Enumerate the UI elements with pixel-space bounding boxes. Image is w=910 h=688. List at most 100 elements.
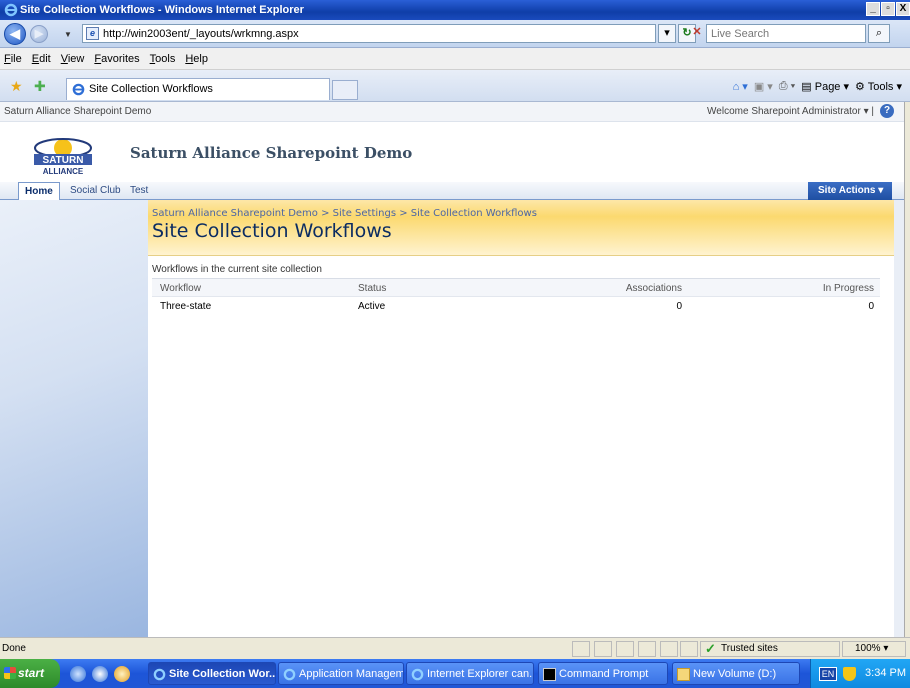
top-nav: Home Social Club Test Site Actions ▾ [0, 182, 904, 200]
address-bar: ◀ ▶ ▼ e http://win2003ent/_layouts/wrkmn… [0, 20, 910, 48]
title-bar[interactable]: Site Collection Workflows - Windows Inte… [0, 0, 910, 20]
page-description: Workflows in the current site collection [152, 264, 322, 275]
taskbar-button-label: New Volume (D:) [693, 668, 777, 680]
site-actions-menu[interactable]: Site Actions ▾ [808, 182, 892, 200]
page-menu[interactable]: ▤ Page ▾ [801, 80, 849, 93]
right-gutter [894, 200, 904, 637]
home-icon[interactable]: ⌂ ▾ [733, 80, 748, 93]
close-button[interactable]: X [896, 2, 910, 16]
logo-text: SATURN [43, 155, 84, 166]
global-links: Saturn Alliance Sharepoint Demo Welcome … [0, 102, 904, 122]
command-bar: ⌂ ▾ ▣ ▾ ⎙ ▾ ▤ Page ▾ ⚙ Tools ▾ [733, 80, 902, 93]
col-workflow-header: Workflow [160, 283, 201, 294]
logo-subtext: ALLIANCE [43, 167, 84, 176]
taskbar-button-label: Command Prompt [559, 668, 649, 680]
url-text: http://win2003ent/_layouts/wrkmng.aspx [103, 28, 299, 40]
browser-window: Site Collection Workflows - Windows Inte… [0, 0, 910, 688]
workflows-table: Workflow Status Associations In Progress… [152, 278, 880, 315]
status-panel [616, 641, 634, 657]
left-navigation [0, 200, 148, 637]
start-button[interactable]: start [0, 659, 60, 688]
tab-row: ★ ✚ Site Collection Workflows ⌂ ▾ ▣ ▾ ⎙ … [0, 70, 910, 102]
recent-pages-dropdown-icon[interactable]: ▼ [64, 30, 72, 39]
welcome-menu[interactable]: Welcome Sharepoint Administrator ▾ | [707, 106, 874, 117]
maximize-button[interactable]: ▫ [881, 2, 895, 16]
minimize-button[interactable]: _ [866, 2, 880, 16]
tools-menu[interactable]: ⚙ Tools ▾ [855, 80, 902, 93]
taskbar: start Site Collection Wor... Application… [0, 659, 910, 688]
workflow-in-progress: 0 [868, 301, 874, 312]
menu-tools[interactable]: Tools [150, 53, 176, 65]
col-in-progress-header: In Progress [822, 283, 874, 294]
status-text: Done [2, 643, 26, 654]
taskbar-button-command-prompt[interactable]: Command Prompt [538, 662, 668, 685]
menu-help[interactable]: Help [185, 53, 208, 65]
site-link[interactable]: Saturn Alliance Sharepoint Demo [4, 106, 151, 117]
quicklaunch-desktop-icon[interactable] [70, 666, 86, 682]
browser-tab-label: Site Collection Workflows [89, 83, 213, 95]
search-input[interactable]: Live Search [706, 24, 866, 43]
workflow-associations: 0 [676, 301, 682, 312]
page-title: Site Collection Workflows [152, 220, 392, 242]
url-dropdown-button[interactable]: ▾ [658, 24, 676, 43]
taskbar-button-application-management[interactable]: Application Managem... [278, 662, 404, 685]
quicklaunch-ie-icon[interactable] [92, 666, 108, 682]
ie-logo-icon [4, 3, 18, 17]
taskbar-button-site-collection[interactable]: Site Collection Wor... [148, 662, 276, 685]
ie-tab-icon [72, 83, 85, 96]
status-bar: Done ✓ Trusted sites 100% ▾ [0, 637, 910, 659]
forward-button[interactable]: ▶ [30, 25, 48, 43]
taskbar-button-ie-cannot[interactable]: Internet Explorer can... [406, 662, 534, 685]
back-button[interactable]: ◀ [4, 23, 26, 45]
page-viewport: Saturn Alliance Sharepoint Demo Welcome … [0, 102, 904, 637]
page-icon: e [86, 27, 99, 40]
zoom-control[interactable]: 100% ▾ [842, 641, 906, 657]
clock[interactable]: 3:34 PM [865, 667, 906, 679]
security-zone[interactable]: ✓ Trusted sites [700, 641, 840, 657]
print-icon[interactable]: ⎙ ▾ [779, 80, 795, 93]
saturn-logo[interactable]: SATURN ALLIANCE [30, 128, 96, 178]
url-field[interactable]: e http://win2003ent/_layouts/wrkmng.aspx [82, 24, 656, 43]
status-panel [680, 641, 698, 657]
menu-edit[interactable]: Edit [32, 53, 51, 65]
vertical-scrollbar[interactable] [904, 102, 910, 637]
feeds-icon[interactable]: ▣ ▾ [754, 80, 773, 93]
ie-icon [153, 668, 166, 681]
zoom-level: 100% [855, 643, 881, 654]
status-panel [594, 641, 612, 657]
windows-flag-icon [4, 667, 16, 679]
taskbar-button-label: Application Managem... [299, 668, 404, 680]
menu-view[interactable]: View [61, 53, 85, 65]
nav-tab-home[interactable]: Home [18, 182, 60, 200]
stop-button[interactable]: ✕ [690, 24, 704, 43]
taskbar-button-label: Internet Explorer can... [427, 668, 534, 680]
ie-icon [411, 668, 424, 681]
table-header-row: Workflow Status Associations In Progress [152, 279, 880, 297]
security-zone-label: Trusted sites [721, 643, 778, 654]
breadcrumb[interactable]: Saturn Alliance Sharepoint Demo > Site S… [152, 208, 537, 219]
table-row: Three-state Active 0 0 [152, 297, 880, 315]
help-icon[interactable]: ? [880, 104, 894, 118]
search-button[interactable]: ⌕ [868, 24, 890, 43]
site-title[interactable]: Saturn Alliance Sharepoint Demo [130, 144, 412, 162]
taskbar-button-new-volume[interactable]: New Volume (D:) [672, 662, 800, 685]
add-favorite-icon[interactable]: ✚ [34, 78, 46, 95]
ie-icon [283, 668, 296, 681]
window-title: Site Collection Workflows - Windows Inte… [20, 4, 304, 16]
workflow-name[interactable]: Three-state [160, 301, 211, 312]
nav-tab-social-club[interactable]: Social Club [64, 182, 127, 200]
browser-tab[interactable]: Site Collection Workflows [66, 78, 330, 100]
col-associations-header: Associations [625, 283, 682, 294]
quicklaunch-outlook-icon[interactable] [114, 666, 130, 682]
nav-tab-test[interactable]: Test [124, 182, 154, 200]
workflow-status: Active [358, 301, 386, 312]
language-indicator[interactable]: EN [819, 667, 837, 681]
folder-icon [677, 668, 690, 681]
menu-favorites[interactable]: Favorites [94, 53, 139, 65]
new-tab-button[interactable] [332, 80, 358, 100]
status-panel [572, 641, 590, 657]
security-shield-icon[interactable] [843, 667, 856, 681]
taskbar-button-label: Site Collection Wor... [169, 668, 276, 680]
menu-file[interactable]: File [4, 53, 22, 65]
favorites-star-icon[interactable]: ★ [10, 78, 23, 95]
